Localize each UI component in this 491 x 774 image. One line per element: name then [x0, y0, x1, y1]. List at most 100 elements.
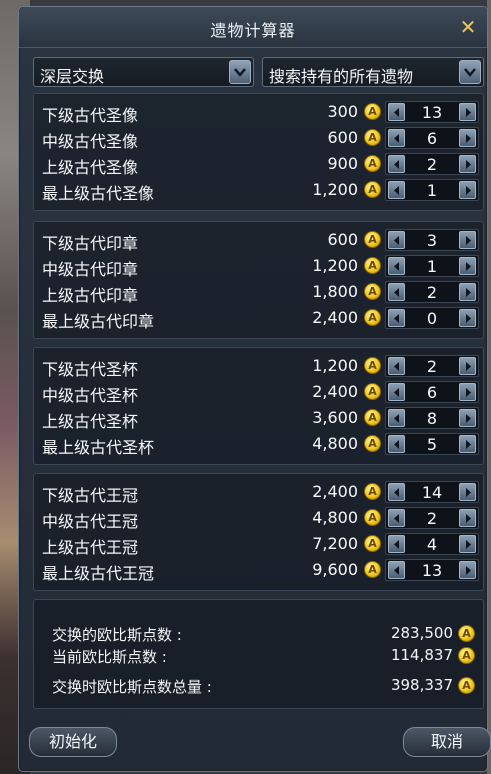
decrement-arrow-icon[interactable]	[388, 181, 405, 199]
relic-row: 中级古代圣杯 2,400 A 6	[34, 380, 483, 406]
relic-search-value: 搜索持有的所有遗物	[269, 67, 414, 86]
decrement-arrow-icon[interactable]	[388, 257, 405, 275]
relic-name: 上级古代圣杯	[42, 412, 139, 431]
quantity-stepper[interactable]: 1	[385, 255, 479, 277]
relic-group-2: 下级古代印章 600 A 3 中级古代印章 1,200 A 1 上级古代印章 1,800 A 2 最上级…	[33, 221, 484, 339]
increment-arrow-icon[interactable]	[459, 181, 476, 199]
relic-cost: 7,200	[312, 534, 358, 553]
quantity-value: 14	[421, 483, 443, 502]
decrement-arrow-icon[interactable]	[388, 509, 405, 527]
quantity-stepper[interactable]: 6	[385, 381, 479, 403]
chevron-down-icon[interactable]	[459, 60, 481, 84]
quantity-stepper[interactable]: 2	[385, 153, 479, 175]
increment-arrow-icon[interactable]	[459, 509, 476, 527]
relic-row: 最上级古代王冠 9,600 A 13	[34, 558, 483, 584]
quantity-stepper[interactable]: 3	[385, 229, 479, 251]
increment-arrow-icon[interactable]	[459, 283, 476, 301]
quantity-value: 3	[426, 231, 438, 250]
quantity-stepper[interactable]: 13	[385, 559, 479, 581]
increment-arrow-icon[interactable]	[459, 103, 476, 121]
current-points-row: 当前欧比斯点数 : 114,837 A	[34, 644, 483, 666]
relic-name: 上级古代圣像	[42, 158, 139, 177]
relic-group-1: 下级古代圣像 300 A 13 中级古代圣像 600 A 6 上级古代圣像 900 A 2 最上级古代圣…	[33, 93, 484, 211]
current-points-label: 当前欧比斯点数 :	[52, 648, 167, 666]
exchange-points-row: 交换的欧比斯点数 : 283,500 A	[34, 622, 483, 644]
relic-group-4: 下级古代王冠 2,400 A 14 中级古代王冠 4,800 A 2 上级古代王冠 7,200 A 4…	[33, 473, 484, 591]
decrement-arrow-icon[interactable]	[388, 103, 405, 121]
increment-arrow-icon[interactable]	[459, 435, 476, 453]
decrement-arrow-icon[interactable]	[388, 535, 405, 553]
relic-row: 上级古代王冠 7,200 A 4	[34, 532, 483, 558]
gold-coin-icon: A	[364, 357, 381, 374]
gold-coin-icon: A	[364, 535, 381, 552]
reset-button[interactable]: 初始化	[29, 727, 117, 757]
gold-coin-icon: A	[458, 677, 475, 694]
decrement-arrow-icon[interactable]	[388, 409, 405, 427]
decrement-arrow-icon[interactable]	[388, 483, 405, 501]
relic-cost: 2,400	[312, 482, 358, 501]
decrement-arrow-icon[interactable]	[388, 129, 405, 147]
relic-cost: 600	[327, 128, 358, 147]
decrement-arrow-icon[interactable]	[388, 155, 405, 173]
chevron-down-icon[interactable]	[229, 60, 251, 84]
gold-coin-icon: A	[364, 309, 381, 326]
relic-row: 最上级古代印章 2,400 A 0	[34, 306, 483, 332]
gold-coin-icon: A	[364, 129, 381, 146]
decrement-arrow-icon[interactable]	[388, 383, 405, 401]
relic-cost: 600	[327, 230, 358, 249]
relic-search-dropdown[interactable]: 搜索持有的所有遗物	[262, 57, 484, 87]
quantity-stepper[interactable]: 2	[385, 355, 479, 377]
quantity-stepper[interactable]: 0	[385, 307, 479, 329]
quantity-stepper[interactable]: 6	[385, 127, 479, 149]
gold-coin-icon: A	[364, 181, 381, 198]
increment-arrow-icon[interactable]	[459, 483, 476, 501]
relic-cost: 3,600	[312, 408, 358, 427]
relic-cost: 9,600	[312, 560, 358, 579]
relic-cost: 1,200	[312, 256, 358, 275]
quantity-value: 5	[426, 435, 438, 454]
increment-arrow-icon[interactable]	[459, 357, 476, 375]
quantity-stepper[interactable]: 14	[385, 481, 479, 503]
increment-arrow-icon[interactable]	[459, 535, 476, 553]
quantity-value: 13	[421, 561, 443, 580]
total-points-row: 交换时欧比斯点数总量 : 398,337 A	[34, 674, 483, 696]
decrement-arrow-icon[interactable]	[388, 357, 405, 375]
quantity-stepper[interactable]: 4	[385, 533, 479, 555]
relic-name: 中级古代王冠	[42, 512, 139, 531]
quantity-value: 1	[426, 181, 438, 200]
exchange-mode-dropdown[interactable]: 深层交换	[33, 57, 254, 87]
increment-arrow-icon[interactable]	[459, 231, 476, 249]
relic-cost: 4,800	[312, 434, 358, 453]
increment-arrow-icon[interactable]	[459, 155, 476, 173]
quantity-stepper[interactable]: 1	[385, 179, 479, 201]
quantity-stepper[interactable]: 8	[385, 407, 479, 429]
window-title: 遗物计算器	[210, 21, 296, 40]
increment-arrow-icon[interactable]	[459, 409, 476, 427]
total-points-value: 398,337	[390, 676, 453, 694]
quantity-stepper[interactable]: 5	[385, 433, 479, 455]
relic-cost: 1,200	[312, 356, 358, 375]
increment-arrow-icon[interactable]	[459, 257, 476, 275]
quantity-stepper[interactable]: 2	[385, 507, 479, 529]
quantity-stepper[interactable]: 13	[385, 101, 479, 123]
relic-row: 下级古代王冠 2,400 A 14	[34, 480, 483, 506]
cancel-button[interactable]: 取消	[403, 727, 491, 757]
relic-row: 最上级古代圣杯 4,800 A 5	[34, 432, 483, 458]
quantity-value: 4	[426, 535, 438, 554]
gold-coin-icon: A	[364, 283, 381, 300]
close-button[interactable]: ✕	[457, 16, 479, 38]
increment-arrow-icon[interactable]	[459, 561, 476, 579]
decrement-arrow-icon[interactable]	[388, 561, 405, 579]
increment-arrow-icon[interactable]	[459, 309, 476, 327]
relic-calculator-window: 遗物计算器 ✕ 深层交换 搜索持有的所有遗物 下级古代圣像 300 A 13 中级古代圣…	[18, 6, 491, 772]
relic-row: 上级古代圣像 900 A 2	[34, 152, 483, 178]
decrement-arrow-icon[interactable]	[388, 309, 405, 327]
relic-name: 上级古代印章	[42, 286, 139, 305]
increment-arrow-icon[interactable]	[459, 129, 476, 147]
decrement-arrow-icon[interactable]	[388, 435, 405, 453]
decrement-arrow-icon[interactable]	[388, 283, 405, 301]
decrement-arrow-icon[interactable]	[388, 231, 405, 249]
increment-arrow-icon[interactable]	[459, 383, 476, 401]
quantity-stepper[interactable]: 2	[385, 281, 479, 303]
title-bar[interactable]: 遗物计算器 ✕	[19, 7, 487, 48]
